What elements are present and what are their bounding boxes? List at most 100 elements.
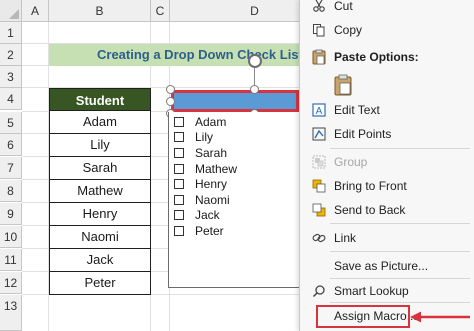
callout-arrow-icon — [410, 311, 470, 323]
column-header-b[interactable]: B — [49, 0, 151, 22]
row-header-10[interactable]: 10 — [0, 226, 22, 248]
check-list-label: Naomi — [195, 192, 230, 207]
row-header-6[interactable]: 6 — [0, 134, 22, 156]
student-cell[interactable]: Adam — [49, 111, 151, 134]
resize-handle-left[interactable] — [166, 97, 175, 106]
column-header-c[interactable]: C — [151, 0, 170, 22]
student-cell[interactable]: Jack — [49, 249, 151, 272]
rotation-handle[interactable] — [248, 54, 262, 68]
paste-icon — [334, 74, 352, 96]
group-icon — [311, 154, 327, 170]
row-header-2[interactable]: 2 — [0, 44, 22, 66]
menu-item-copy[interactable]: Copy — [300, 18, 474, 42]
checkbox[interactable] — [174, 163, 184, 174]
column-header-a[interactable]: A — [22, 0, 49, 22]
row-header-3[interactable]: 3 — [0, 66, 22, 88]
menu-label: Send to Back — [334, 203, 406, 217]
menu-item-send-to-back[interactable]: Send to Back — [300, 198, 474, 222]
menu-separator — [330, 302, 470, 303]
row-header-12[interactable]: 12 — [0, 272, 22, 294]
check-list-label: Lily — [195, 130, 214, 145]
menu-separator — [330, 223, 470, 224]
checkbox[interactable] — [174, 179, 184, 190]
row-header-1[interactable]: 1 — [0, 22, 22, 44]
checkbox[interactable] — [174, 147, 184, 158]
paste-button[interactable] — [328, 70, 358, 100]
row-header-7[interactable]: 7 — [0, 157, 22, 179]
menu-item-bring-to-front[interactable]: Bring to Front — [300, 174, 474, 198]
menu-label: Save as Picture... — [334, 259, 429, 273]
clipboard-icon — [311, 49, 327, 65]
checkbox[interactable] — [174, 132, 184, 143]
select-all-corner[interactable] — [0, 0, 22, 22]
scissors-icon — [311, 0, 327, 14]
dropdown-shape[interactable] — [171, 90, 299, 112]
svg-text:A: A — [316, 106, 323, 117]
edit-text-icon: A — [311, 102, 327, 118]
row-header-13[interactable]: 13 — [0, 295, 22, 331]
check-list-label: Mathew — [195, 161, 238, 176]
menu-label: Cut — [334, 0, 353, 13]
check-list-item[interactable]: Peter — [169, 223, 301, 239]
student-cell[interactable]: Henry — [49, 203, 151, 226]
checkbox[interactable] — [174, 210, 184, 221]
check-list-label: Jack — [195, 208, 220, 223]
student-table-header[interactable]: Student — [49, 88, 151, 111]
student-cell[interactable]: Lily — [49, 134, 151, 157]
resize-handle-top-left[interactable] — [166, 85, 175, 94]
checkbox[interactable] — [174, 225, 184, 236]
check-list-item[interactable]: Henry — [169, 176, 301, 192]
check-list-item[interactable]: Lily — [169, 130, 301, 146]
menu-item-edit-text[interactable]: A Edit Text — [300, 98, 474, 122]
menu-item-cut[interactable]: Cut — [300, 0, 474, 18]
student-cell[interactable]: Mathew — [49, 180, 151, 203]
menu-item-link[interactable]: Link — [300, 226, 474, 250]
checkbox[interactable] — [174, 194, 184, 205]
menu-label: Smart Lookup — [334, 284, 409, 298]
link-icon — [311, 230, 327, 246]
menu-label: Copy — [334, 23, 363, 37]
checkbox[interactable] — [174, 116, 184, 127]
check-list-box[interactable]: Adam Lily Sarah Mathew Henry Naomi Jack — [168, 112, 302, 288]
student-cell[interactable]: Sarah — [49, 157, 151, 180]
row-header-5[interactable]: 5 — [0, 112, 22, 134]
menu-item-edit-points[interactable]: Edit Points — [300, 122, 474, 146]
student-cell[interactable]: Peter — [49, 272, 151, 295]
menu-label: Bring to Front — [334, 179, 407, 193]
menu-separator — [330, 148, 470, 149]
assign-macro-highlight — [316, 305, 410, 328]
menu-label: Edit Points — [334, 127, 392, 141]
check-list-item[interactable]: Adam — [169, 114, 301, 130]
menu-item-group: Group — [300, 150, 474, 174]
row-header-9[interactable]: 9 — [0, 203, 22, 225]
check-list-item[interactable]: Naomi — [169, 192, 301, 208]
context-menu: Cut Copy Paste Options: A Edit Text Edit… — [299, 0, 474, 331]
check-list-item[interactable]: Jack — [169, 208, 301, 224]
menu-label: Edit Text — [334, 103, 380, 117]
edit-points-icon — [311, 126, 327, 142]
copy-icon — [311, 22, 327, 38]
check-list-label: Henry — [195, 177, 228, 192]
menu-label: Group — [334, 155, 368, 169]
student-cell[interactable]: Naomi — [49, 226, 151, 249]
bring-to-front-icon — [311, 178, 327, 194]
title-banner: Creating a Drop Down Check List — [49, 44, 309, 66]
check-list-label: Adam — [195, 114, 227, 129]
paste-options-label: Paste Options: — [334, 50, 419, 64]
send-to-back-icon — [311, 202, 327, 218]
menu-label: Link — [334, 231, 357, 245]
check-list-label: Peter — [195, 223, 224, 238]
check-list-item[interactable]: Sarah — [169, 145, 301, 161]
resize-handle-top[interactable] — [250, 85, 259, 94]
row-header-11[interactable]: 11 — [0, 249, 22, 271]
paste-options-heading: Paste Options: — [300, 45, 474, 69]
row-header-4[interactable]: 4 — [0, 88, 22, 110]
menu-separator — [330, 251, 470, 252]
menu-item-smart-lookup[interactable]: Smart Lookup — [300, 279, 474, 303]
check-list-label: Sarah — [195, 145, 228, 160]
student-table: Student Adam Lily Sarah Mathew Henry Nao… — [49, 88, 151, 295]
check-list-item[interactable]: Mathew — [169, 161, 301, 177]
menu-item-save-as-picture[interactable]: Save as Picture... — [300, 254, 474, 278]
row-header-8[interactable]: 8 — [0, 180, 22, 202]
rotation-stem — [254, 68, 255, 86]
